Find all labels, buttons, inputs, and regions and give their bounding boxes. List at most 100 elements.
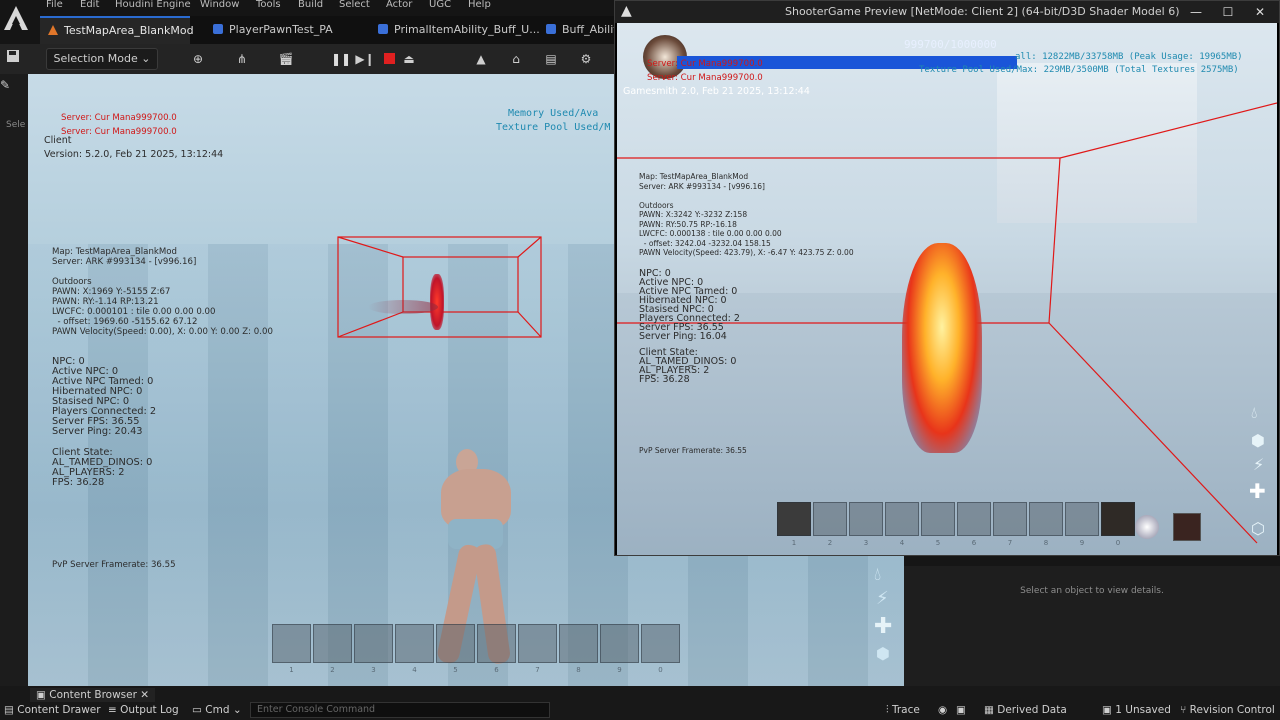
memory-label: Memory Used/Ava (508, 108, 599, 119)
revision-control-label: Revision Control (1189, 704, 1275, 716)
minimize-icon[interactable]: — (1181, 3, 1211, 21)
unsaved-label: 1 Unsaved (1115, 704, 1171, 716)
screenshot-icon[interactable]: ▣ (956, 704, 966, 716)
console-command-input[interactable]: Enter Console Command (250, 702, 550, 718)
preview-title: ShooterGame Preview [NetMode: Client 2] … (785, 5, 1180, 18)
hotbar-slot[interactable]: 8 (559, 624, 598, 674)
hotbar-slot[interactable]: 5 (436, 624, 475, 674)
preview-viewport[interactable]: 999700/1000000 Server: Cur Mana999700.0 … (617, 23, 1277, 555)
hotbar-slot[interactable]: 6 (477, 624, 516, 674)
implant-icon[interactable] (1135, 515, 1159, 539)
hotbar-slot[interactable]: 7 (993, 502, 1027, 547)
revision-control-button[interactable]: ⑂ Revision Control (1180, 704, 1275, 716)
menu-help[interactable]: Help (468, 0, 491, 10)
blueprint-menu-icon[interactable]: ⋔ (228, 49, 256, 69)
tab-primalitemability[interactable]: PrimalItemAbility_Buff_U... (370, 16, 540, 44)
hotbar-slot[interactable]: 3 (354, 624, 393, 674)
platforms-icon[interactable]: ⌂ (505, 49, 527, 69)
add-actor-icon[interactable]: ⊕ (184, 49, 212, 69)
pencil-icon[interactable]: ✎ (0, 78, 10, 92)
hotbar-slot[interactable]: 4 (395, 624, 434, 674)
blueprint-icon (546, 24, 556, 34)
modes-icon[interactable]: ▲ (470, 49, 492, 69)
server-mana-text: Server: Cur Mana999700.0 (647, 59, 763, 69)
hotbar-slot[interactable]: 2 (313, 624, 352, 674)
pause-icon[interactable]: ❚❚ (330, 49, 352, 69)
preview-titlebar: ▲ ShooterGame Preview [NetMode: Client 2… (615, 1, 1279, 23)
hotbar-slot[interactable]: 0 (1101, 502, 1135, 547)
hotbar-slot[interactable]: 9 (1065, 502, 1099, 547)
hotbar-slot[interactable]: 4 (885, 502, 919, 547)
derived-data-button[interactable]: ▦ Derived Data (984, 704, 1067, 716)
burning-character-figure (902, 243, 982, 453)
cmd-dropdown[interactable]: ▭ Cmd ⌄ (192, 704, 242, 716)
settings-icon[interactable]: ⚙ (575, 49, 597, 69)
log-icon: ≡ (108, 704, 117, 716)
tab-playerpawntest[interactable]: PlayerPawnTest_PA (205, 16, 355, 44)
menu-ugc[interactable]: UGC (429, 0, 451, 10)
trace-button[interactable]: ⫶ Trace (886, 704, 920, 717)
client-state-block: Client State: AL_TAMED_DINOS: 0 AL_PLAYE… (639, 347, 737, 385)
menu-file[interactable]: File (46, 0, 63, 10)
server-mana-text: Server: Cur Mana999700.0 (61, 127, 177, 137)
content-icon[interactable]: ▤ (540, 49, 562, 69)
output-log-button[interactable]: ≡ Output Log (108, 704, 179, 716)
hotbar-slot[interactable]: 5 (921, 502, 955, 547)
close-icon[interactable]: ✕ (140, 689, 149, 701)
server-mana-text: Server: Cur Mana999700.0 (61, 113, 177, 123)
menu-tools[interactable]: Tools (256, 0, 281, 10)
terminal-icon: ▭ (192, 704, 202, 716)
hotbar-slot[interactable]: 6 (957, 502, 991, 547)
health-plus-icon: ✚ (1249, 479, 1266, 503)
gamesmith-label: Gamesmith 2.0, Feb 21 2025, 13:12:44 (623, 86, 810, 97)
tab-buff-ability[interactable]: Buff_Abilit (538, 16, 620, 44)
menu-build[interactable]: Build (298, 0, 323, 10)
record-icon[interactable]: ◉ (938, 704, 947, 716)
client-state-block: Client State: AL_TAMED_DINOS: 0 AL_PLAYE… (52, 447, 153, 488)
hotbar-slot[interactable]: 7 (518, 624, 557, 674)
close-icon[interactable]: ✕ (1245, 3, 1275, 21)
selection-mode-dropdown[interactable]: Selection Mode ⌄ (46, 48, 158, 70)
eject-icon[interactable]: ⏏ (398, 49, 420, 69)
chevron-down-icon: ⌄ (232, 704, 242, 716)
tab-label: PrimalItemAbility_Buff_U... (394, 23, 540, 36)
menu-houdini-engine[interactable]: Houdini Engine (115, 0, 191, 10)
status-bar: ▣ Content Browser ✕ ▤ Content Drawer ≡ O… (0, 686, 1280, 720)
memory-label: all: 12822MB/33758MB (Peak Usage: 19965M… (1015, 52, 1243, 62)
hotbar-slot[interactable]: 3 (849, 502, 883, 547)
maximize-icon[interactable]: ☐ (1213, 3, 1243, 21)
tab-testmaparea[interactable]: TestMapArea_BlankMod (40, 16, 194, 44)
version-label: Version: 5.2.0, Feb 21 2025, 13:12:44 (44, 149, 224, 160)
pvp-framerate-label: PvP Server Framerate: 36.55 (639, 446, 747, 455)
hotbar-slot[interactable]: 1 (272, 624, 311, 674)
unsaved-button[interactable]: ▣ 1 Unsaved (1102, 704, 1171, 716)
content-browser-label: Content Browser (49, 689, 137, 701)
menu-actor[interactable]: Actor (386, 0, 412, 10)
server-stats-block: NPC: 0 Active NPC: 0 Active NPC Tamed: 0… (639, 268, 740, 342)
pvp-framerate-label: PvP Server Framerate: 36.55 (52, 560, 176, 570)
hotbar-slot[interactable]: 0 (641, 624, 680, 674)
cmd-label: Cmd (205, 704, 230, 716)
cinematics-icon[interactable]: 🎬︎ (272, 49, 300, 69)
content-drawer-button[interactable]: ▤ Content Drawer (4, 704, 101, 716)
health-plus-icon: ✚ (874, 614, 893, 639)
menu-select[interactable]: Select (339, 0, 370, 10)
document-tab-bar: TestMapArea_BlankMod PlayerPawnTest_PA P… (40, 16, 620, 44)
preview-window: ▲ ShooterGame Preview [NetMode: Client 2… (614, 0, 1280, 556)
fire-trail-effect (368, 300, 438, 314)
engine-logo-icon (2, 4, 30, 32)
hotbar-slot[interactable]: 8 (1029, 502, 1063, 547)
server-mana-text: Server: Cur Mana999700.0 (647, 73, 763, 83)
menu-window[interactable]: Window (200, 0, 239, 10)
step-icon[interactable]: ▶❙ (354, 49, 376, 69)
level-toolbar: Selection Mode ⌄ ⊕ ⋔ 🎬︎ ❚❚ ▶❙ ⏏ ▲ ⌂ ▤ ⚙ (0, 44, 620, 74)
hotbar-slot[interactable]: 1 (777, 502, 811, 547)
stop-icon[interactable] (378, 49, 400, 69)
menu-edit[interactable]: Edit (80, 0, 99, 10)
hotbar-slot[interactable]: 9 (600, 624, 639, 674)
hotbar-slot[interactable]: 2 (813, 502, 847, 547)
left-panel-strip: ✎ Sele (0, 74, 28, 686)
save-icon[interactable] (4, 49, 22, 69)
output-log-label: Output Log (120, 704, 179, 716)
content-browser-tab[interactable]: ▣ Content Browser ✕ (30, 688, 156, 702)
